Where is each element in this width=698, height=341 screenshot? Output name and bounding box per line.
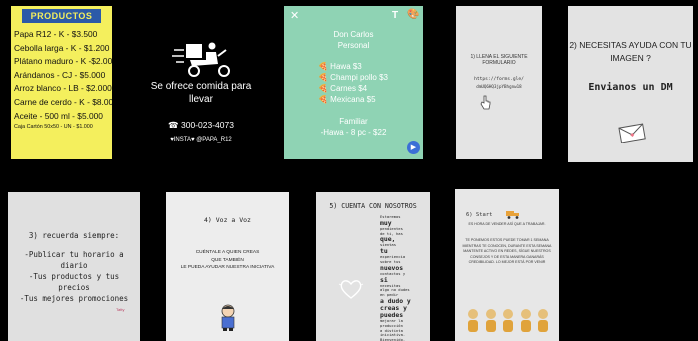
familiar-section: Familiar -Hawa - 8 pc - $22 [320, 117, 387, 137]
product-item: Plátano maduro - K -$2.000 [14, 56, 112, 67]
text-tool-icon[interactable]: T [392, 10, 398, 21]
figure-icon [538, 309, 548, 332]
instagram-handle: ♥INSTA♥ @PAPA_R12 [170, 137, 232, 143]
figure-icon [485, 309, 496, 332]
start-heading: 6) Start [466, 210, 520, 219]
voz-body: CUÉNTALE A QUIEN CREAS QUE TAMBIÉN LE PU… [180, 250, 275, 270]
form-instruction: 1) LLENA EL SIGUIENTE FORMULARIO [470, 54, 528, 66]
story-card-recuerda[interactable]: 3) recuerda siempre: -Publicar tu horari… [8, 192, 140, 341]
product-item: Arroz blanco - LB - $2.000 [14, 83, 112, 94]
heart-outline-icon [338, 280, 364, 299]
start-line: ES HORA DE VENDER ASÍ QUE A TRABAJAR. [468, 222, 546, 226]
phone-number: ☎ 300-023-4073 [168, 120, 234, 130]
figure-row [467, 308, 549, 334]
product-item: Papa R12 - K - $3.500 [14, 29, 98, 39]
cartoon-person-icon [221, 304, 235, 331]
pointing-hand-icon [480, 95, 491, 110]
figure-icon [520, 309, 531, 332]
cuenta-heading: 5) CUENTA CON NOSOTROS [329, 202, 417, 210]
product-item-small: Caja Cartón 50x50 - UN - $1.000 [14, 124, 93, 131]
signature: Tatty [116, 307, 125, 312]
start-body: TE PONEMOS ESTOS PUEDE TOMAR 1 SEMANA MI… [462, 238, 552, 265]
dm-prompt: Envianos un DM [588, 82, 673, 93]
menu-item: 🍕 Hawa $3 [318, 62, 362, 71]
reminder-list: -Publicar tu horario a diario -Tus produ… [19, 250, 129, 303]
productos-title: PRODUCTOS [22, 9, 101, 23]
story-card-ayuda[interactable]: 2) NECESITAS AYUDA CON TU IMAGEN ? Envia… [568, 6, 693, 162]
menu-item: 🍕 Mexicana $5 [318, 95, 376, 104]
product-item: Arándanos - CJ - $5.000 [14, 69, 106, 80]
slogan: Se ofrece comida para llevar [150, 81, 252, 105]
send-button[interactable]: ▶ [407, 141, 420, 154]
story-card-voz[interactable]: 4) Voz a Voz CUÉNTALE A QUIEN CREAS QUE … [166, 192, 289, 341]
reminder-heading: 3) recuerda siempre: [28, 231, 120, 240]
menu-header: Don Carlos Personal [333, 30, 374, 50]
cuenta-body: Estaremos muy pendientes de ti, has que, sien… [380, 214, 430, 341]
story-card-cuenta[interactable]: 5) CUENTA CON NOSOTROS Estaremos muy pendi… [316, 192, 430, 341]
menu-item: 🍕 Champi pollo $3 [318, 73, 388, 82]
help-question: 2) NECESITAS AYUDA CON TU IMAGEN ? [569, 40, 692, 63]
menu-item: 🍕 Carnes $4 [318, 84, 368, 93]
form-url-code[interactable]: dmUQ6HQ3jpYBhgnw18 [456, 84, 542, 89]
close-icon[interactable]: ✕ [290, 9, 299, 22]
voz-heading: 4) Voz a Voz [204, 216, 251, 224]
product-item: Carne de cerdo - K - $8.000 [14, 96, 112, 107]
palette-icon[interactable]: 🎨 [407, 9, 419, 20]
delivery-scooter-icon [172, 42, 230, 77]
story-card-oferta[interactable]: Se ofrece comida para llevar ☎ 300-023-4… [140, 6, 262, 158]
menu-items: 🍕 Hawa $3 🍕 Champi pollo $3 🍕 Carnes $4 … [318, 61, 388, 105]
story-card-menu[interactable]: ✕ T 🎨 Don Carlos Personal 🍕 Hawa $3 🍕 Ch… [284, 6, 423, 159]
product-item: Aceite - 500 ml - $5.000 [14, 110, 103, 121]
story-card-formulario[interactable]: 1) LLENA EL SIGUIENTE FORMULARIO https:/… [456, 6, 542, 159]
product-item: Cebolla larga - K - $1.200 [14, 42, 110, 53]
figure-icon [503, 309, 513, 332]
envelope-icon [618, 123, 646, 143]
figure-icon [468, 309, 478, 332]
story-card-productos[interactable]: PRODUCTOS Papa R12 - K - $3.500 Cebolla … [11, 6, 112, 159]
story-card-start[interactable]: 6) Start ES HORA DE VENDER ASÍ QUE A TRA… [455, 189, 559, 341]
form-url[interactable]: https://forms.gle/ [456, 77, 542, 82]
truck-icon [505, 211, 519, 219]
